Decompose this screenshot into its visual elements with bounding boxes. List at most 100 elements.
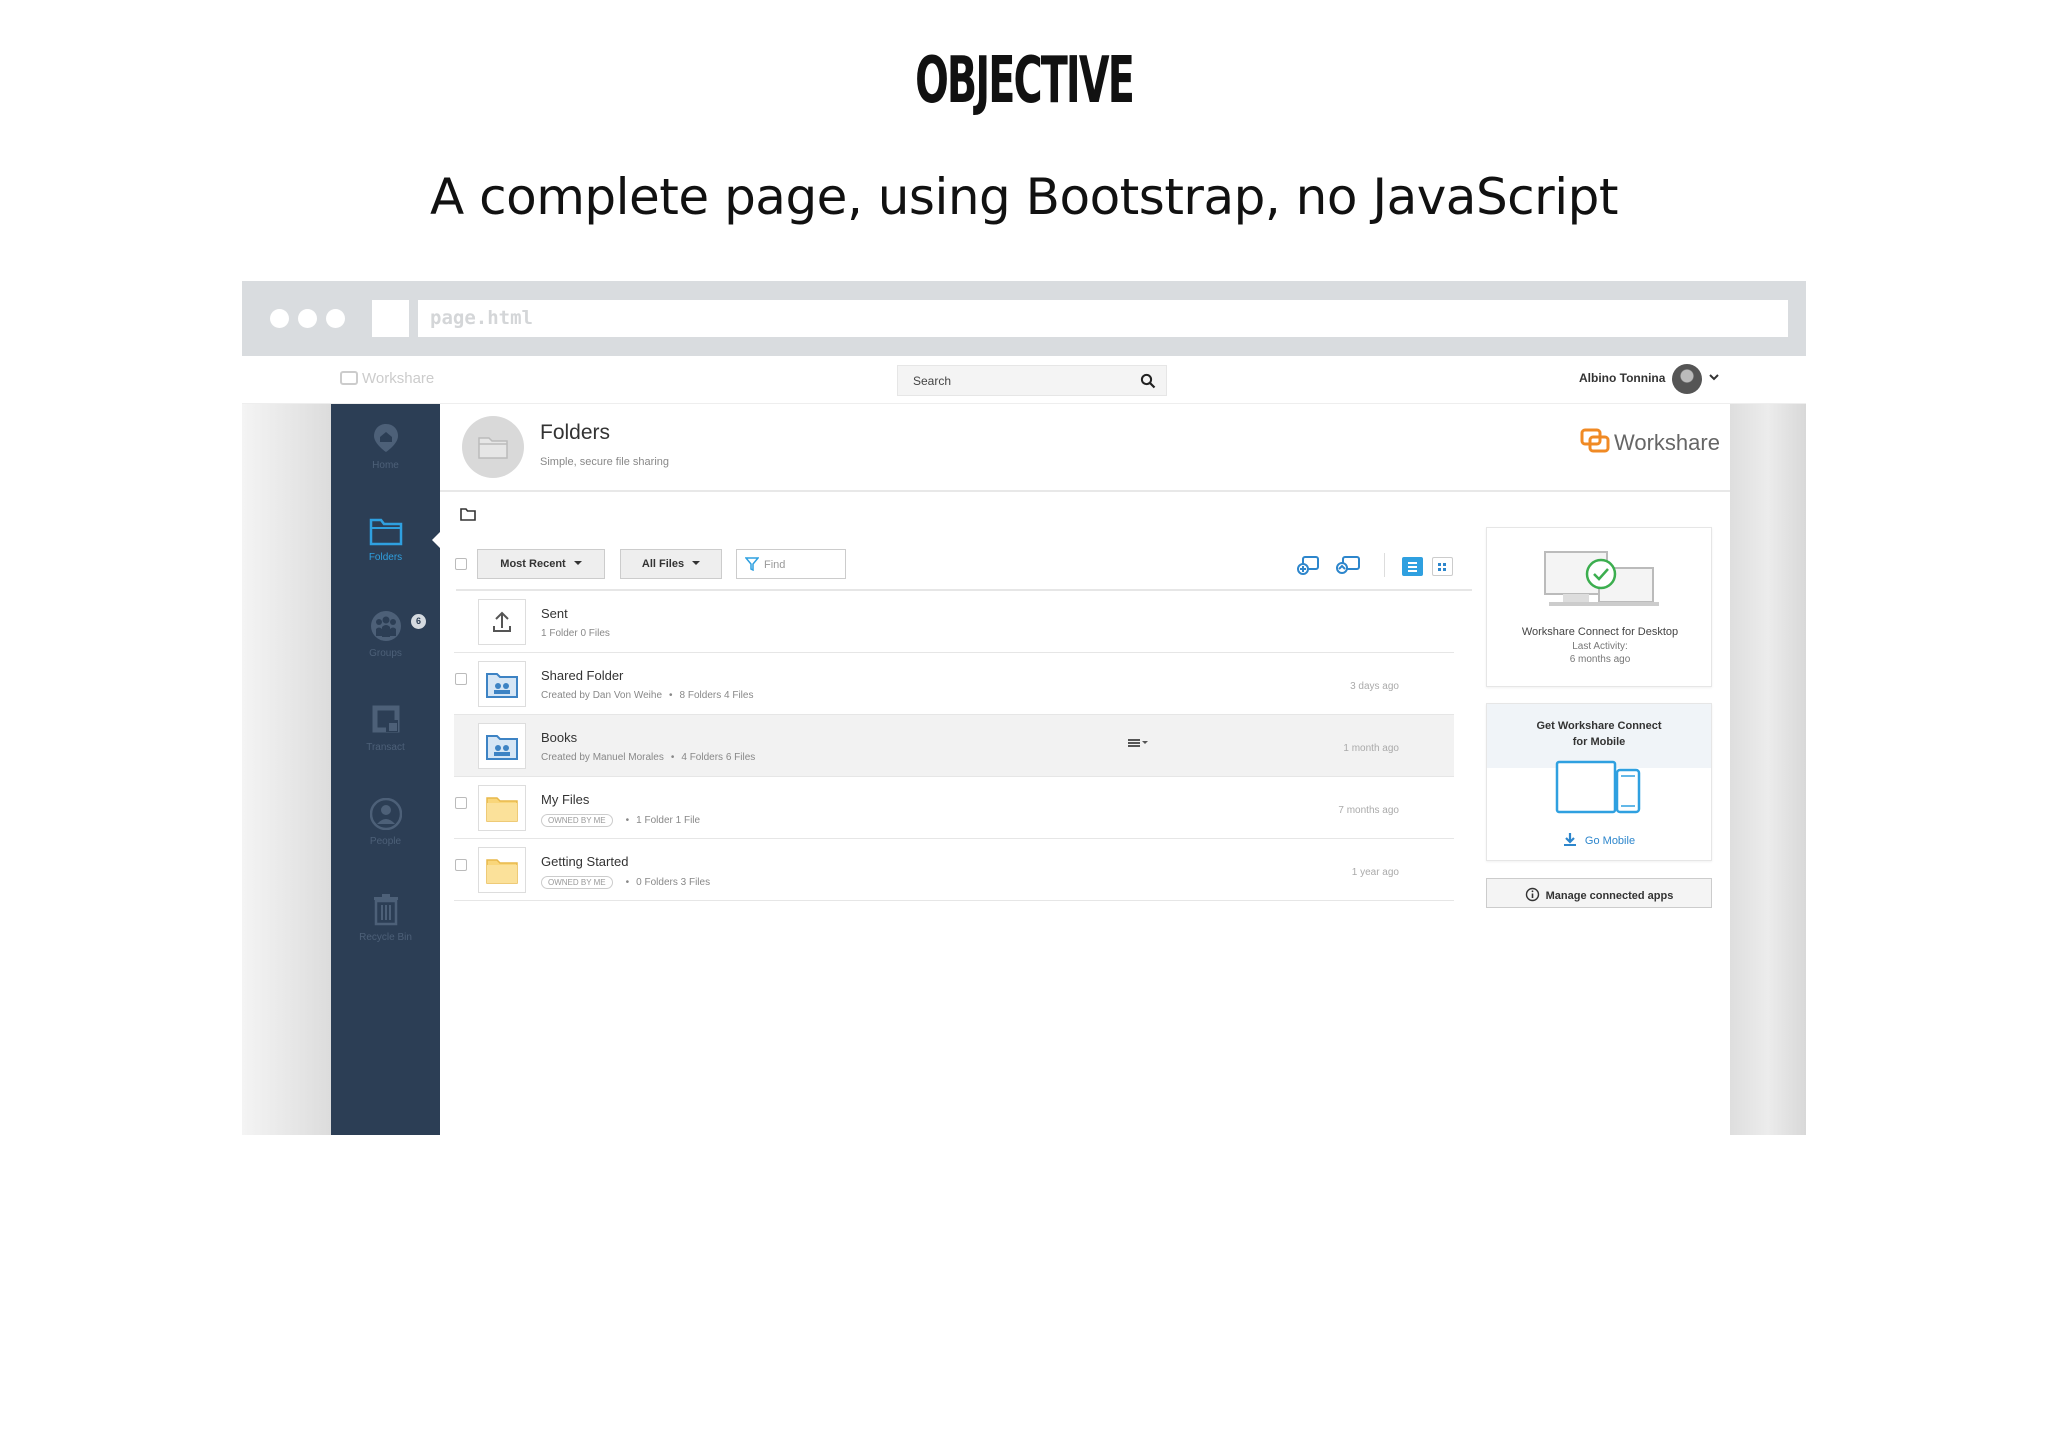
sidebar-item-recycle-bin[interactable]: Recycle Bin [331,892,440,962]
row-meta-counts: 0 Folders 3 Files [636,877,711,888]
chevron-down-icon[interactable] [1708,371,1720,383]
table-row[interactable]: Sent 1 Folder 0 Files [454,591,1454,653]
manage-apps-label: Manage connected apps [1545,890,1674,902]
grid-view-icon [1438,563,1446,571]
home-pin-icon [373,424,398,452]
mobile-app-card: Get Workshare Connect for Mobile Go Mobi… [1486,703,1712,861]
trash-icon [373,894,398,926]
select-all-checkbox[interactable] [455,558,467,570]
slide-title: OBJECTIVE [915,44,1135,118]
search-placeholder: Search [913,374,952,388]
row-thumbnail [478,847,526,893]
folder-breadcrumb-icon[interactable] [460,507,476,521]
sidebar-item-label: Folders [368,552,403,563]
sidebar-item-label: Groups [369,648,402,659]
sort-dropdown-label: Most Recent [500,558,566,570]
row-meta: OWNED BY ME • 1 Folder 1 File [541,814,700,827]
person-icon [369,798,402,830]
owned-tag: OWNED BY ME [541,814,613,827]
mobile-card-title-2: for Mobile [1572,736,1626,748]
row-meta-counts: 8 Folders 4 Files [679,690,754,701]
desktop-app-title: Workshare Connect for Desktop [1521,626,1679,638]
browser-mockup: page.html Workshare Search Albino Tonnin… [242,281,1806,1135]
table-row[interactable]: Getting Started OWNED BY ME • 0 Folders 3 … [454,839,1454,901]
find-placeholder: Find [764,559,786,571]
separator-dot: • [669,690,673,701]
workshare-logo-icon [1580,428,1610,453]
sidebar-item-groups[interactable]: 6 Groups [331,610,440,680]
row-name[interactable]: My Files [541,792,589,807]
row-time: 1 month ago [1343,743,1399,754]
workshare-logo-icon [340,371,358,385]
row-time: 1 year ago [1351,867,1399,878]
separator-dot: • [625,877,630,888]
mobile-devices-icon [1555,760,1641,814]
go-mobile-label: Go Mobile [1584,835,1636,847]
download-icon [1563,833,1576,846]
groups-icon [370,611,401,641]
workshare-logo[interactable]: Workshare [1580,428,1720,456]
folder-icon [486,859,518,884]
window-dot [326,309,345,328]
row-name[interactable]: Books [541,730,577,745]
row-menu-icon[interactable] [1127,738,1149,748]
row-name[interactable]: Shared Folder [541,668,623,683]
sidebar-item-label: Home [372,460,399,471]
address-bar[interactable]: page.html [418,300,1788,337]
filter-funnel-icon [745,557,759,571]
row-thumbnail [478,599,526,645]
transact-icon [372,705,399,733]
row-meta: OWNED BY ME • 0 Folders 3 Files [541,876,710,889]
avatar[interactable] [1672,364,1702,394]
search-icon[interactable] [1140,373,1156,389]
go-mobile-link[interactable]: Go Mobile [1487,832,1711,847]
user-name[interactable]: Albino Tonnina [1579,371,1665,385]
address-text: page.html [430,307,533,329]
sidebar-item-folders[interactable]: Folders [331,516,440,586]
sidebar: Home Folders 6 Groups Transact People Re… [331,404,441,1135]
row-thumbnail [478,723,526,769]
row-meta: 1 Folder 0 Files [541,628,610,639]
window-dot [270,309,289,328]
table-row[interactable]: Shared Folder Created by Dan Von Weihe • 8… [454,653,1454,715]
sidebar-item-label: People [369,836,402,847]
folder-icon [478,437,508,459]
groups-count-badge: 6 [411,614,426,629]
row-name[interactable]: Sent [541,606,568,621]
folder-icon [486,797,518,822]
add-shared-folder-icon[interactable] [1296,554,1320,576]
topbar-brand[interactable]: Workshare [340,370,434,387]
table-row[interactable]: My Files OWNED BY ME • 1 Folder 1 File 7 m… [454,777,1454,839]
row-time: 3 days ago [1350,681,1399,692]
folder-icon [369,518,402,546]
app-topbar: Workshare Search Albino Tonnina [242,356,1806,404]
desktop-sync-icon [1544,551,1659,606]
search-input[interactable]: Search [897,365,1167,396]
find-input[interactable]: Find [736,549,846,579]
page-title: Folders [540,421,611,444]
tab-square [372,300,409,337]
row-meta-counts: 1 Folder 1 File [636,815,701,826]
table-row[interactable]: Books Created by Manuel Morales • 4 Folder… [454,715,1454,777]
row-meta: Created by Manuel Morales • 4 Folders 6 Fi… [541,752,755,763]
sidebar-item-label: Transact [366,742,405,753]
separator-dot: • [670,752,675,763]
shared-folder-icon [486,673,518,698]
folder-avatar [462,416,524,478]
mobile-card-title: Get Workshare Connect [1536,720,1662,732]
page-subtitle: Simple, secure file sharing [540,456,670,468]
list-view-button[interactable] [1402,557,1423,576]
row-name[interactable]: Getting Started [541,854,628,869]
topbar-brand-text: Workshare [362,370,435,387]
shared-folder-icon [486,735,518,760]
sidebar-item-home[interactable]: Home [331,422,440,492]
sidebar-item-transact[interactable]: Transact [331,704,440,774]
manage-apps-button[interactable]: Manage connected apps [1486,878,1712,908]
workshare-logo-text: Workshare [1614,430,1720,455]
upload-folder-icon[interactable] [1335,554,1361,576]
filter-dropdown[interactable]: All Files [620,549,722,579]
sidebar-item-people[interactable]: People [331,798,440,868]
caret-down-icon [573,561,582,565]
sort-dropdown[interactable]: Most Recent [477,549,605,579]
grid-view-button[interactable] [1432,557,1453,576]
